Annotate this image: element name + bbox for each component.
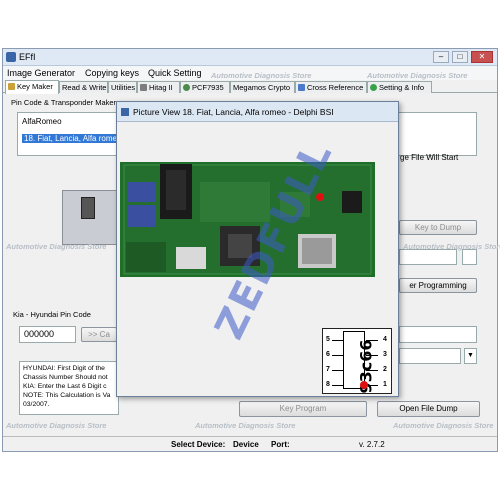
- tab-read-write[interactable]: Read & Write: [59, 81, 108, 93]
- window-title: EFfI: [19, 52, 36, 62]
- page: { "window": { "title": "EFfI" }, "menu":…: [0, 0, 500, 500]
- picture-icon: [121, 108, 129, 116]
- select-arrow-icon[interactable]: ▼: [464, 348, 477, 364]
- open-file-dump-button[interactable]: Open File Dump: [377, 401, 480, 417]
- tab-megamos[interactable]: Megamos Crypto: [230, 81, 295, 93]
- watermark-text: Automotive Diagnosis Store: [403, 242, 500, 251]
- status-bar: Select Device: Device Port: v. 2.7.2: [3, 436, 497, 451]
- transponder-device-image: [62, 190, 122, 245]
- device-label: Device: [233, 440, 259, 449]
- key-program-button[interactable]: Key Program: [239, 401, 367, 417]
- info-line: KIA: Enter the Last 6 Digit c: [23, 383, 107, 390]
- key-icon: [8, 83, 15, 90]
- info-line: 03/2007.: [23, 401, 50, 408]
- key-to-dump-button[interactable]: Key to Dump: [399, 220, 477, 235]
- app-icon: [6, 52, 16, 62]
- pin-label: 8: [326, 381, 330, 388]
- minimize-button[interactable]: –: [433, 51, 449, 63]
- chip-icon: [183, 84, 190, 91]
- pin-label: 4: [383, 336, 387, 343]
- menu-quick-setting[interactable]: Quick Setting: [148, 68, 202, 78]
- pin-result-field[interactable]: [399, 326, 477, 343]
- watermark-text: Automotive Diagnosis Store: [367, 71, 468, 80]
- info-text: ge File Will Start: [400, 153, 459, 162]
- chip-icon: [140, 84, 147, 91]
- watermark-text: Automotive Diagnosis Store: [6, 242, 107, 251]
- kia-info-memo: HYUNDAI: First Digit of the Chassis Numb…: [19, 361, 119, 415]
- picture-view-titlebar[interactable]: Picture View 18. Fiat, Lancia, Alfa rome…: [117, 102, 398, 122]
- title-bar: EFfI – □ ✕: [3, 49, 497, 66]
- watermark-text: Automotive Diagnosis Store: [393, 421, 494, 430]
- pin-label: 6: [326, 351, 330, 358]
- watermark-text: Automotive Diagnosis Store: [6, 421, 107, 430]
- gear-icon: [370, 84, 377, 91]
- version-label: v. 2.7.2: [359, 440, 385, 449]
- pin-label: 7: [326, 366, 330, 373]
- dropdown-arrow[interactable]: [462, 249, 477, 265]
- dropdown-field[interactable]: [399, 249, 457, 265]
- pin-label: 2: [383, 366, 387, 373]
- info-line: HYUNDAI: First Digit of the: [23, 365, 105, 372]
- tab-key-maker[interactable]: Key Maker: [5, 80, 59, 94]
- picture-view-title: Picture View 18. Fiat, Lancia, Alfa rome…: [133, 107, 334, 117]
- group-title-pin-code: Pin Code & Transponder Maker: [11, 98, 117, 107]
- port-label: Port:: [271, 440, 290, 449]
- group-title-kia: Kia - Hyundai Pin Code: [13, 310, 91, 319]
- watermark-text: Automotive Diagnosis Store: [211, 71, 312, 80]
- pin-label: 3: [383, 351, 387, 358]
- tab-cross-reference[interactable]: Cross Reference: [295, 81, 367, 93]
- info-line: NOTE: This Calculation is Va: [23, 392, 111, 399]
- eeprom-pinout-diagram: 93c66 5 6 7 8 4 3 2 1: [322, 328, 392, 394]
- tab-pcf7935[interactable]: PCF7935: [180, 81, 230, 93]
- menu-copying-keys[interactable]: Copying keys: [85, 68, 139, 78]
- pin-label: 5: [326, 336, 330, 343]
- select-field[interactable]: [399, 348, 461, 364]
- picture-view-dialog[interactable]: Picture View 18. Fiat, Lancia, Alfa rome…: [116, 101, 399, 397]
- brand-label: AlfaRomeo: [22, 117, 62, 126]
- kia-code-field[interactable]: 000000: [19, 326, 76, 343]
- pin1-marker: [360, 381, 368, 389]
- menu-image-generator[interactable]: Image Generator: [7, 68, 75, 78]
- tab-utilities[interactable]: Utilities: [108, 81, 137, 93]
- calculate-button[interactable]: >> Ca: [81, 327, 117, 342]
- select-device-label: Select Device:: [171, 440, 226, 449]
- pin-label: 1: [383, 381, 387, 388]
- programming-button[interactable]: er Programming: [399, 278, 477, 293]
- watermark-text: Automotive Diagnosis Store: [195, 421, 296, 430]
- info-line: Chassis Number Should not: [23, 374, 108, 381]
- tab-setting-info[interactable]: Setting & Info: [367, 81, 432, 93]
- selected-model[interactable]: 18. Fiat, Lancia, Alfa romeo: [22, 134, 124, 143]
- maximize-button[interactable]: □: [452, 51, 468, 63]
- tab-strip: Key Maker Read & Write Utilities Hitag I…: [3, 80, 497, 94]
- arrows-icon: [298, 84, 305, 91]
- tab-hitag[interactable]: Hitag II: [137, 81, 180, 93]
- close-button[interactable]: ✕: [471, 51, 493, 63]
